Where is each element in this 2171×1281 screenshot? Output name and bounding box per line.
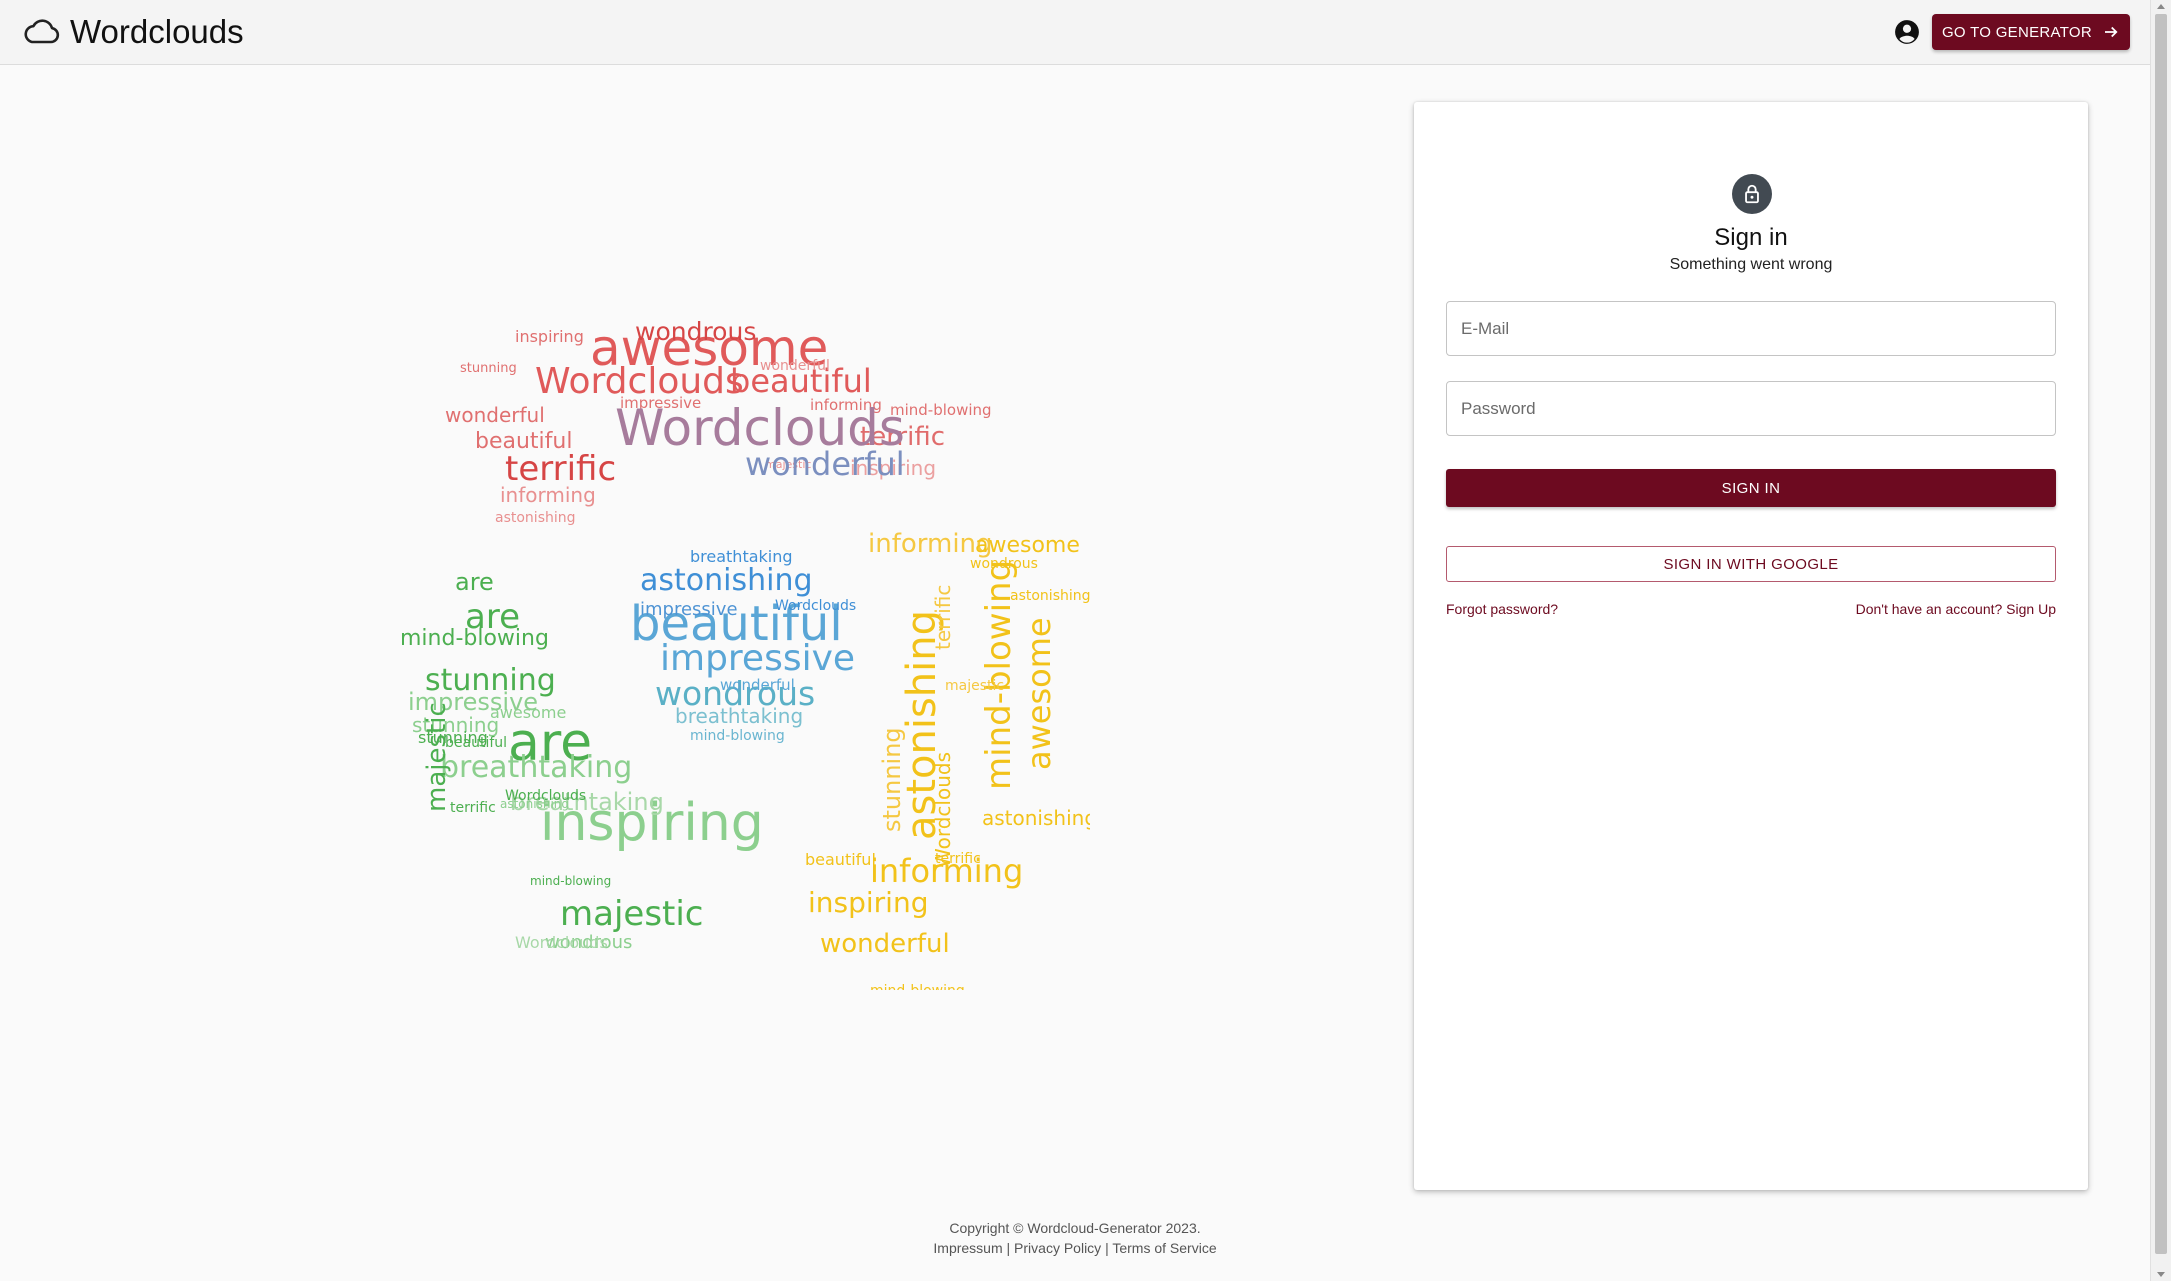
cloud-word: mind-blowing bbox=[690, 728, 785, 744]
sign-in-button[interactable]: SIGN IN bbox=[1446, 469, 2056, 507]
cloud-word: astonishing bbox=[982, 806, 1090, 830]
cloud-word: impressive bbox=[660, 638, 855, 679]
privacy-policy-link[interactable]: Privacy Policy bbox=[1014, 1240, 1101, 1256]
cloud-word: mind-blowing bbox=[870, 983, 965, 990]
cloud-word: wonderful bbox=[720, 676, 795, 694]
cloud-word: beautiful bbox=[445, 735, 507, 751]
password-field[interactable] bbox=[1446, 381, 2056, 436]
terms-of-service-link[interactable]: Terms of Service bbox=[1112, 1240, 1216, 1256]
cloud-word: Wordclouds bbox=[775, 598, 856, 614]
cloud-word: stunning bbox=[878, 727, 906, 832]
app-bar: Wordclouds GO TO GENERATOR bbox=[0, 0, 2150, 65]
sign-in-title: Sign in bbox=[1714, 224, 1788, 251]
cloud-word: breathtaking bbox=[440, 750, 632, 785]
cloud-word: informing bbox=[500, 483, 596, 507]
cloud-word: wondrous bbox=[635, 317, 756, 346]
cloud-word: majestic bbox=[560, 894, 704, 934]
scroll-thumb[interactable] bbox=[2155, 14, 2167, 1254]
cloud-word: terrific bbox=[450, 800, 496, 816]
scroll-up-arrow[interactable] bbox=[2157, 4, 2165, 9]
go-to-generator-button[interactable]: GO TO GENERATOR bbox=[1932, 14, 2130, 50]
arrow-right-icon bbox=[2105, 26, 2118, 38]
cloud-word: wonderful bbox=[760, 358, 830, 374]
lock-avatar bbox=[1732, 174, 1772, 214]
sign-up-link[interactable]: Don't have an account? Sign Up bbox=[1856, 601, 2056, 617]
cloud-word: terrific bbox=[935, 851, 981, 867]
cloud-word: astonishing bbox=[500, 797, 569, 811]
cloud-word: breathtaking bbox=[675, 704, 803, 728]
cloud-word: awesome bbox=[1020, 617, 1058, 770]
cloud-word: majestic bbox=[945, 678, 1004, 694]
cloud-word: mind-blowing bbox=[890, 401, 992, 419]
go-to-generator-label: GO TO GENERATOR bbox=[1941, 23, 2093, 41]
footer: Copyright © Wordcloud-Generator 2023. Im… bbox=[0, 1218, 2150, 1258]
cloud-word: wonderful bbox=[820, 929, 950, 959]
error-message: Something went wrong bbox=[1669, 256, 1833, 273]
cloud-icon bbox=[24, 19, 60, 44]
cloud-word: astonishing bbox=[640, 563, 813, 598]
cloud-word: wonderful bbox=[445, 403, 545, 427]
forgot-password-link[interactable]: Forgot password? bbox=[1446, 601, 1558, 617]
cloud-word: inspiring bbox=[515, 327, 584, 346]
cloud-word: beautiful bbox=[475, 429, 572, 454]
cloud-word: wonderful bbox=[745, 445, 905, 483]
cloud-word: astonishing bbox=[495, 510, 576, 526]
footer-separator: | bbox=[1105, 1240, 1109, 1256]
app-title: Wordclouds bbox=[70, 13, 244, 50]
email-field[interactable] bbox=[1446, 301, 2056, 356]
cloud-word: mind-blowing bbox=[400, 626, 549, 651]
lock-icon bbox=[1745, 184, 1759, 204]
wordcloud-image: awesome Wordclouds beautiful terrific terrif… bbox=[400, 317, 1090, 990]
cloud-word: breathtaking bbox=[690, 547, 793, 566]
cloud-word: wondrous bbox=[970, 556, 1038, 572]
cloud-word: terrific bbox=[931, 585, 955, 650]
account-circle-icon[interactable] bbox=[1894, 19, 1920, 45]
copyright-text: Copyright © Wordcloud-Generator 2023. bbox=[949, 1220, 1201, 1236]
cloud-word: mind-blowing bbox=[530, 874, 611, 888]
cloud-word: impressive bbox=[640, 599, 738, 620]
sign-in-with-google-button[interactable]: SIGN IN WITH GOOGLE bbox=[1446, 546, 2056, 582]
cloud-word: beautiful bbox=[805, 850, 876, 869]
footer-links: Impressum | Privacy Policy | Terms of Se… bbox=[0, 1238, 2150, 1258]
scroll-down-arrow[interactable] bbox=[2157, 1272, 2165, 1277]
page-scrollbar[interactable] bbox=[2150, 0, 2171, 1281]
sign-in-card: Sign in Something went wrong SIGN IN SIG… bbox=[1414, 102, 2088, 1190]
cloud-word: inspiring bbox=[808, 886, 928, 919]
cloud-word: majestic bbox=[422, 702, 452, 812]
cloud-word: are bbox=[455, 568, 494, 596]
brand[interactable]: Wordclouds bbox=[22, 10, 244, 54]
cloud-word: informing bbox=[868, 529, 993, 559]
cloud-word: awesome bbox=[975, 533, 1080, 558]
cloud-word: Wordclouds bbox=[515, 933, 608, 952]
cloud-word: stunning bbox=[460, 361, 517, 376]
footer-separator: | bbox=[1006, 1240, 1011, 1256]
cloud-word: astonishing bbox=[1010, 588, 1090, 604]
cloud-word: awesome bbox=[490, 703, 566, 722]
impressum-link[interactable]: Impressum bbox=[933, 1240, 1002, 1256]
